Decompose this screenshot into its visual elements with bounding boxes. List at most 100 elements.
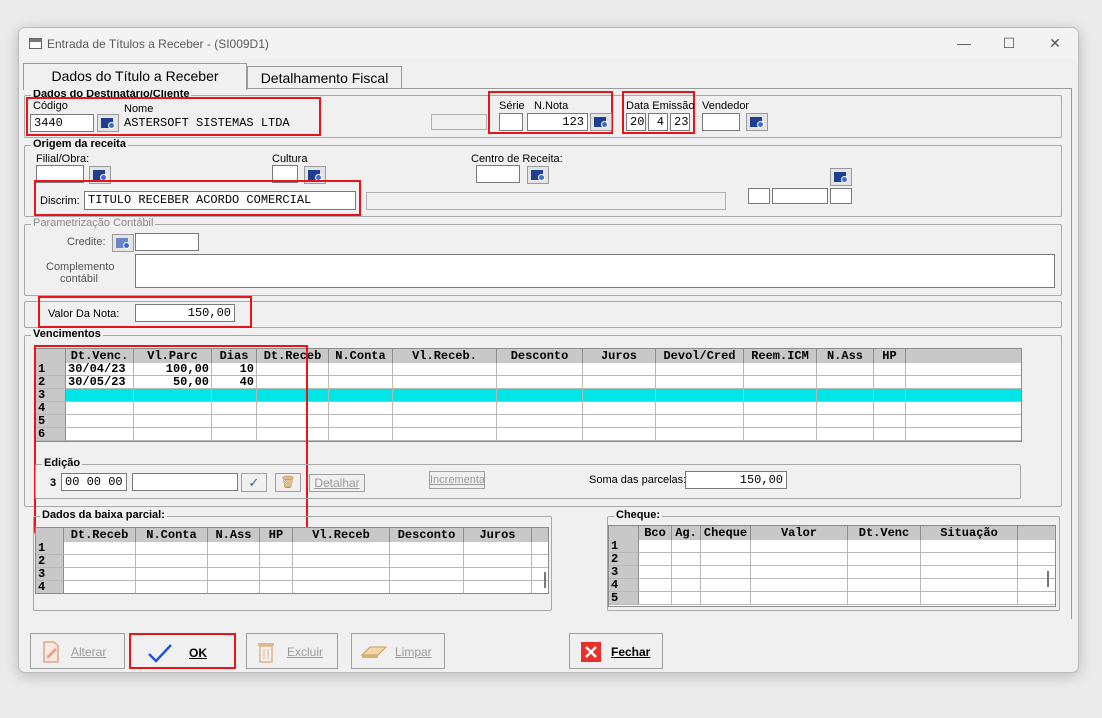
centro-field[interactable] — [476, 165, 520, 183]
grid-cell[interactable] — [672, 579, 701, 592]
fechar-button[interactable]: Fechar — [569, 633, 663, 669]
grid-cell[interactable] — [672, 553, 701, 566]
grid-cell[interactable] — [751, 592, 848, 605]
grid-cell[interactable] — [293, 581, 390, 593]
grid-cell[interactable] — [464, 542, 532, 555]
grid-cell[interactable] — [393, 428, 497, 441]
grid-cell[interactable] — [464, 568, 532, 581]
extra-field-1[interactable] — [748, 188, 770, 204]
grid-cell[interactable] — [874, 363, 906, 376]
grid-cell[interactable] — [497, 363, 583, 376]
grid-cell[interactable] — [874, 415, 906, 428]
grid-cell[interactable] — [751, 540, 848, 553]
grid-cell-filler[interactable] — [532, 581, 548, 593]
credite-lookup-button[interactable] — [112, 234, 134, 252]
grid-cell-filler[interactable] — [1018, 540, 1055, 553]
grid-cell[interactable] — [583, 415, 656, 428]
grid-cell[interactable] — [293, 555, 390, 568]
data-ano-field[interactable]: 23 — [670, 113, 690, 131]
maximize-button[interactable]: ☐ — [999, 34, 1019, 52]
grid-cell[interactable] — [656, 415, 744, 428]
grid-cell[interactable] — [874, 376, 906, 389]
grid-cell[interactable] — [701, 566, 751, 579]
serie-field[interactable] — [499, 113, 523, 131]
grid-cell[interactable] — [64, 555, 136, 568]
grid-cell-filler[interactable] — [906, 402, 1021, 415]
grid-cell[interactable] — [848, 540, 921, 553]
grid-cell[interactable] — [208, 568, 260, 581]
grid-cell[interactable] — [464, 581, 532, 593]
grid-cell[interactable] — [744, 363, 817, 376]
grid-cell[interactable] — [751, 553, 848, 566]
grid-cell[interactable] — [329, 428, 393, 441]
grid-cell[interactable] — [874, 428, 906, 441]
minimize-button[interactable]: — — [954, 34, 974, 52]
grid-cell[interactable] — [701, 579, 751, 592]
grid-cell[interactable] — [393, 389, 497, 402]
grid-cell[interactable] — [639, 540, 672, 553]
edicao-value-field[interactable] — [132, 473, 238, 491]
grid-cell[interactable] — [751, 566, 848, 579]
grid-cell[interactable] — [293, 568, 390, 581]
grid-cell[interactable] — [744, 415, 817, 428]
grid-cell[interactable] — [874, 389, 906, 402]
grid-cell[interactable] — [639, 566, 672, 579]
grid-cell-filler[interactable] — [1018, 579, 1055, 592]
grid-cell[interactable] — [701, 592, 751, 605]
grid-cell[interactable] — [64, 542, 136, 555]
grid-cell[interactable] — [293, 542, 390, 555]
grid-cell[interactable] — [921, 592, 1018, 605]
grid-cell[interactable] — [329, 415, 393, 428]
grid-cell[interactable] — [136, 555, 208, 568]
grid-cell[interactable] — [817, 402, 874, 415]
grid-cell[interactable] — [744, 389, 817, 402]
extra-field-2[interactable] — [772, 188, 828, 204]
edicao-date-field[interactable]: 00 00 00 — [61, 473, 127, 491]
cheque-grid[interactable]: Bco Ag. Cheque Valor Dt.Venc Situação 1 2 3 4 5 — [608, 525, 1056, 607]
grid-cell[interactable] — [64, 568, 136, 581]
grid-cell[interactable] — [393, 415, 497, 428]
tab-dados-titulo[interactable]: Dados do Título a Receber — [23, 63, 247, 90]
grid-cell[interactable] — [208, 581, 260, 593]
grid-cell[interactable] — [817, 376, 874, 389]
grid-cell[interactable] — [639, 592, 672, 605]
grid-cell[interactable] — [64, 581, 136, 593]
grid-cell-filler[interactable] — [1018, 553, 1055, 566]
grid-cell[interactable] — [921, 579, 1018, 592]
data-mes-field[interactable]: 4 — [648, 113, 668, 131]
vendedor-lookup-button[interactable] — [746, 113, 768, 131]
grid-cell[interactable] — [744, 376, 817, 389]
grid-cell[interactable] — [817, 415, 874, 428]
credite-field[interactable] — [135, 233, 199, 251]
baixa-grid[interactable]: Dt.Receb N.Conta N.Ass HP Vl.Receb Desconto Ju… — [35, 527, 549, 594]
grid-cell[interactable] — [136, 568, 208, 581]
grid-cell[interactable] — [497, 376, 583, 389]
grid-cell[interactable] — [656, 402, 744, 415]
grid-cell[interactable] — [393, 402, 497, 415]
grid-cell[interactable] — [701, 540, 751, 553]
grid-cell[interactable] — [817, 389, 874, 402]
grid-cell[interactable] — [874, 402, 906, 415]
grid-cell[interactable] — [260, 555, 293, 568]
grid-cell[interactable] — [848, 566, 921, 579]
grid-cell[interactable] — [329, 402, 393, 415]
grid-cell[interactable] — [921, 540, 1018, 553]
grid-cell[interactable] — [848, 592, 921, 605]
grid-cell[interactable] — [390, 542, 464, 555]
nota-lookup-button[interactable] — [590, 113, 612, 131]
confirm-edit-button[interactable]: ✓ — [241, 473, 267, 492]
excluir-button[interactable]: Excluir — [246, 633, 338, 669]
extra-lookup-button[interactable] — [830, 168, 852, 186]
grid-cell[interactable] — [921, 566, 1018, 579]
grid-cell-filler[interactable] — [906, 376, 1021, 389]
grid-cell[interactable] — [497, 402, 583, 415]
grid-cell-filler[interactable] — [906, 415, 1021, 428]
grid-cell[interactable] — [848, 579, 921, 592]
grid-cell[interactable] — [583, 376, 656, 389]
grid-cell[interactable] — [921, 553, 1018, 566]
alterar-button[interactable]: Alterar — [30, 633, 125, 669]
grid-cell[interactable] — [583, 428, 656, 441]
grid-cell[interactable] — [260, 581, 293, 593]
grid-cell-filler[interactable] — [906, 363, 1021, 376]
grid-cell[interactable] — [390, 555, 464, 568]
